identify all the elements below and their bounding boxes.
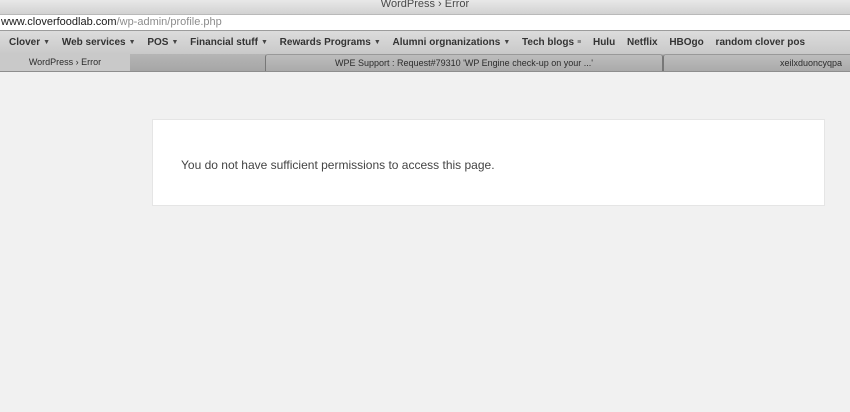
- address-domain: www.cloverfoodlab.com: [1, 16, 117, 28]
- bookmark-random-clover-pos[interactable]: random clover pos: [716, 31, 805, 54]
- menu-icon: ≡: [577, 39, 582, 46]
- error-box: You do not have sufficient permissions t…: [152, 119, 825, 206]
- bookmark-alumni-organizations[interactable]: Alumni orgnanizations ▼: [393, 31, 511, 54]
- bookmark-pos[interactable]: POS ▼: [147, 31, 178, 54]
- bookmark-hulu[interactable]: Hulu: [593, 31, 615, 54]
- bookmark-web-services[interactable]: Web services ▼: [62, 31, 136, 54]
- tab-bar: WordPress › Error WPE Support : Request#…: [0, 54, 850, 72]
- bookmark-label: Rewards Programs: [279, 37, 371, 48]
- chevron-down-icon: ▼: [128, 39, 136, 46]
- window-titlebar: WordPress › Error: [0, 0, 850, 14]
- bookmark-tech-blogs[interactable]: Tech blogs ≡: [522, 31, 581, 54]
- tab-wordpress-error[interactable]: WordPress › Error: [0, 54, 130, 71]
- error-message: You do not have sufficient permissions t…: [181, 158, 495, 172]
- bookmark-clover[interactable]: Clover ▼: [9, 31, 50, 54]
- tab-xeilxduoncyqpa[interactable]: xeilxduoncyqpa: [663, 54, 850, 71]
- bookmark-label: Hulu: [592, 37, 616, 48]
- bookmark-label: Web services: [61, 37, 126, 48]
- bookmark-label: Tech blogs: [522, 37, 575, 48]
- bookmark-label: HBOgo: [669, 37, 704, 48]
- tab-label: WordPress › Error: [28, 57, 102, 67]
- bookmark-label: random clover pos: [715, 37, 806, 48]
- tab-wpe-support[interactable]: WPE Support : Request#79310 'WP Engine c…: [265, 54, 663, 71]
- bookmark-netflix[interactable]: Netflix: [627, 31, 658, 54]
- chevron-down-icon: ▼: [503, 39, 511, 46]
- bookmarks-bar: Clover ▼ Web services ▼ POS ▼ Financial stu…: [0, 31, 850, 54]
- bookmark-label: Financial stuff: [190, 37, 258, 48]
- bookmark-hbogo[interactable]: HBOgo: [669, 31, 703, 54]
- chevron-down-icon: ▼: [373, 39, 381, 46]
- tab-label: WPE Support : Request#79310 'WP Engine c…: [335, 58, 593, 68]
- chevron-down-icon: ▼: [171, 39, 179, 46]
- address-path: /wp-admin/profile.php: [116, 16, 222, 28]
- tab-label: xeilxduoncyqpa: [779, 58, 842, 68]
- bookmark-label: Netflix: [626, 37, 658, 48]
- page-content: You do not have sufficient permissions t…: [0, 72, 850, 412]
- bookmark-label: Alumni orgnanizations: [392, 37, 501, 48]
- chevron-down-icon: ▼: [260, 39, 268, 46]
- bookmark-label: Clover: [9, 37, 41, 48]
- chevron-down-icon: ▼: [43, 39, 51, 46]
- address-bar[interactable]: www.cloverfoodlab.com/wp-admin/profile.p…: [0, 14, 850, 31]
- window-title: WordPress › Error: [380, 0, 470, 10]
- bookmark-financial-stuff[interactable]: Financial stuff ▼: [190, 31, 268, 54]
- bookmark-label: POS: [147, 37, 169, 48]
- bookmark-rewards-programs[interactable]: Rewards Programs ▼: [280, 31, 381, 54]
